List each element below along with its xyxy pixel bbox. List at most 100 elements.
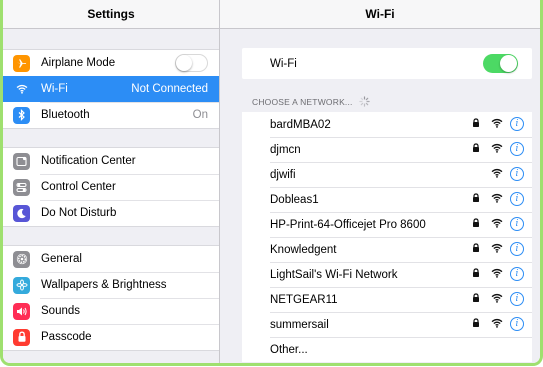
network-icons: i bbox=[472, 267, 524, 281]
airplane-mode-switch[interactable] bbox=[175, 54, 208, 72]
lock-icon bbox=[472, 292, 482, 306]
sidebar-item-label: Wi-Fi bbox=[41, 83, 68, 95]
info-icon[interactable]: i bbox=[510, 192, 524, 206]
network-row[interactable]: summersail i bbox=[242, 312, 532, 337]
network-row[interactable]: Knowledgent i bbox=[242, 237, 532, 262]
choose-network-label: CHOOSE A NETWORK... bbox=[252, 96, 353, 107]
info-icon[interactable]: i bbox=[510, 292, 524, 306]
sidebar-title: Settings bbox=[3, 0, 219, 29]
control-center-icon bbox=[13, 178, 30, 196]
switch-knob bbox=[500, 55, 517, 72]
info-icon[interactable]: i bbox=[510, 167, 524, 181]
sidebar-item-general[interactable]: General bbox=[3, 246, 219, 272]
wifi-signal-icon bbox=[491, 118, 503, 131]
network-icons: i bbox=[472, 317, 524, 331]
sidebar-item-wi-fi[interactable]: Wi-Fi Not Connected bbox=[3, 76, 219, 102]
wifi-toggle-row: Wi-Fi bbox=[242, 48, 532, 79]
choose-network-header: CHOOSE A NETWORK... bbox=[252, 96, 370, 109]
network-row[interactable]: LightSail's Wi-Fi Network i bbox=[242, 262, 532, 287]
lock-icon bbox=[472, 217, 482, 231]
gear-icon bbox=[13, 250, 30, 268]
lock-icon bbox=[472, 142, 482, 156]
sidebar-item-value: On bbox=[192, 109, 208, 121]
sidebar-item-label: Sounds bbox=[41, 305, 81, 317]
network-name: Dobleas1 bbox=[270, 193, 319, 206]
sidebar-item-passcode[interactable]: Passcode bbox=[3, 324, 219, 350]
airplane-icon bbox=[13, 54, 30, 72]
network-icons: i bbox=[472, 217, 524, 231]
sidebar-item-airplane-mode[interactable]: Airplane Mode bbox=[3, 50, 219, 76]
row-separator bbox=[3, 298, 219, 324]
sidebar-item-label: Bluetooth bbox=[41, 109, 90, 121]
sidebar-item-label: Notification Center bbox=[41, 155, 136, 167]
sidebar-item-notification-center[interactable]: Notification Center bbox=[3, 148, 219, 174]
network-icons: i bbox=[472, 117, 524, 131]
network-row[interactable]: djwifi i bbox=[242, 162, 532, 187]
wifi-signal-icon bbox=[491, 168, 503, 181]
lock-icon bbox=[472, 317, 482, 331]
wallpaper-icon bbox=[13, 276, 30, 294]
network-row[interactable]: bardMBA02 i bbox=[242, 112, 532, 137]
ipad-screen: Settings Airplane Mode Wi-Fi Not Connected… bbox=[0, 0, 543, 366]
sidebar-item-label: Passcode bbox=[41, 331, 92, 343]
network-icons: i bbox=[491, 167, 524, 181]
network-name: LightSail's Wi-Fi Network bbox=[270, 268, 398, 281]
sidebar-item-value: Not Connected bbox=[131, 83, 208, 95]
info-icon[interactable]: i bbox=[510, 267, 524, 281]
network-row[interactable]: djmcn i bbox=[242, 137, 532, 162]
settings-group: Airplane Mode Wi-Fi Not Connected Bluetooth… bbox=[3, 49, 219, 129]
wifi-icon bbox=[13, 80, 30, 98]
info-icon[interactable]: i bbox=[510, 142, 524, 156]
wifi-toggle-label: Wi-Fi bbox=[270, 57, 297, 70]
sidebar-item-label: Airplane Mode bbox=[41, 57, 116, 69]
wifi-pane: Wi-Fi Wi-Fi CHOOSE A NETWORK... bardMBA0… bbox=[220, 0, 540, 363]
network-name: djwifi bbox=[270, 168, 296, 181]
row-separator bbox=[3, 324, 219, 350]
settings-group: General Wallpapers & Brightness Sounds Pass… bbox=[3, 245, 219, 351]
sidebar-item-label: General bbox=[41, 253, 82, 265]
wifi-signal-icon bbox=[491, 318, 503, 331]
network-icons: i bbox=[472, 192, 524, 206]
spinner-icon bbox=[359, 96, 370, 109]
info-icon[interactable]: i bbox=[510, 217, 524, 231]
sidebar-item-do-not-disturb[interactable]: Do Not Disturb bbox=[3, 200, 219, 226]
pane-title: Wi-Fi bbox=[220, 0, 540, 29]
info-icon[interactable]: i bbox=[510, 242, 524, 256]
network-name: bardMBA02 bbox=[270, 118, 331, 131]
wifi-signal-icon bbox=[491, 193, 503, 206]
network-row[interactable]: HP-Print-64-Officejet Pro 8600 i bbox=[242, 212, 532, 237]
wifi-toggle-switch[interactable] bbox=[483, 54, 518, 73]
network-row[interactable]: NETGEAR11 i bbox=[242, 287, 532, 312]
sidebar-item-wallpapers-and-brightness[interactable]: Wallpapers & Brightness bbox=[3, 272, 219, 298]
speaker-icon bbox=[13, 302, 30, 320]
sidebar-item-label: Wallpapers & Brightness bbox=[41, 279, 167, 291]
sidebar-item-control-center[interactable]: Control Center bbox=[3, 174, 219, 200]
lock-icon bbox=[13, 328, 30, 346]
row-separator bbox=[3, 102, 219, 128]
settings-groups: Airplane Mode Wi-Fi Not Connected Bluetooth… bbox=[3, 49, 219, 351]
wifi-signal-icon bbox=[491, 218, 503, 231]
info-icon[interactable]: i bbox=[510, 117, 524, 131]
network-name: summersail bbox=[270, 318, 329, 331]
wifi-signal-icon bbox=[491, 268, 503, 281]
network-name: HP-Print-64-Officejet Pro 8600 bbox=[270, 218, 426, 231]
sidebar-item-label: Control Center bbox=[41, 181, 116, 193]
sidebar-item-bluetooth[interactable]: Bluetooth On bbox=[3, 102, 219, 128]
sidebar-item-sounds[interactable]: Sounds bbox=[3, 298, 219, 324]
network-row[interactable]: Dobleas1 i bbox=[242, 187, 532, 212]
lock-icon bbox=[472, 192, 482, 206]
network-name: NETGEAR11 bbox=[270, 293, 338, 306]
moon-icon bbox=[13, 204, 30, 222]
settings-sidebar: Settings Airplane Mode Wi-Fi Not Connected… bbox=[3, 0, 220, 363]
network-icons: i bbox=[472, 242, 524, 256]
network-icons: i bbox=[472, 142, 524, 156]
network-name: Other... bbox=[270, 343, 308, 356]
settings-group: Notification Center Control Center Do Not … bbox=[3, 147, 219, 227]
wifi-signal-icon bbox=[491, 293, 503, 306]
network-other[interactable]: Other... bbox=[242, 337, 532, 362]
network-name: djmcn bbox=[270, 143, 301, 156]
sidebar-item-label: Do Not Disturb bbox=[41, 207, 117, 219]
bluetooth-icon bbox=[13, 106, 30, 124]
network-name: Knowledgent bbox=[270, 243, 337, 256]
info-icon[interactable]: i bbox=[510, 317, 524, 331]
